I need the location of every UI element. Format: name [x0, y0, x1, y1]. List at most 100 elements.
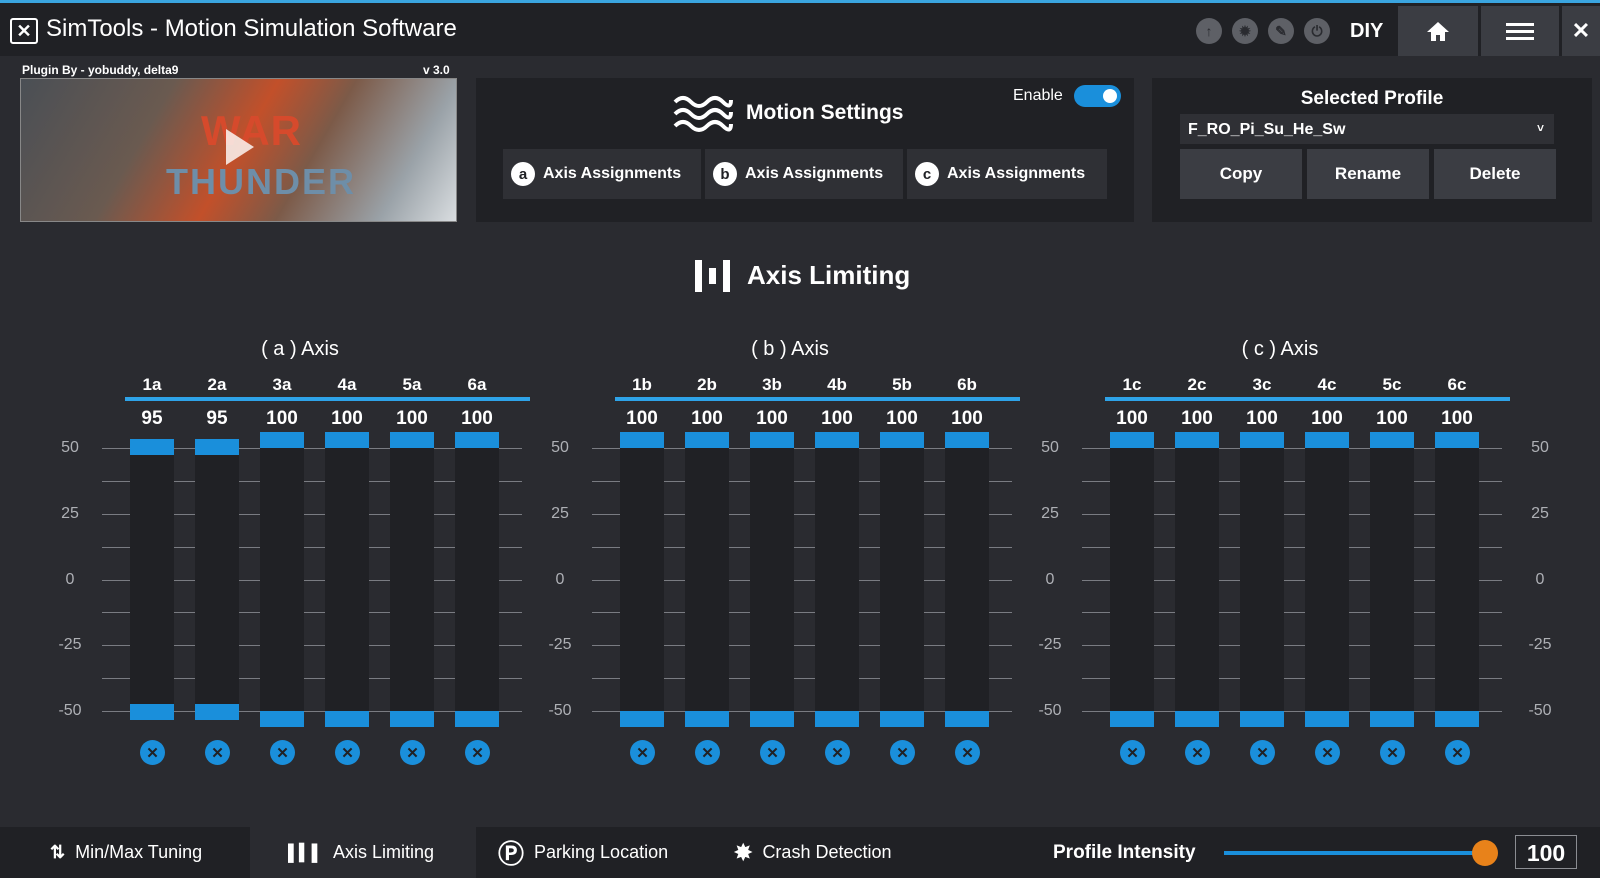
axis-reset-button[interactable]: ✕	[1120, 740, 1145, 765]
axis-reset-button[interactable]: ✕	[825, 740, 850, 765]
axis-column-track[interactable]	[1370, 440, 1414, 719]
axis-max-handle[interactable]	[1305, 432, 1349, 448]
axis-reset-button[interactable]: ✕	[465, 740, 490, 765]
delete-button[interactable]: Delete	[1434, 149, 1556, 199]
axis-max-handle[interactable]	[325, 432, 369, 448]
axis-assignments-a-button[interactable]: a Axis Assignments	[503, 149, 701, 199]
upload-icon[interactable]: ↑	[1196, 18, 1222, 44]
axis-assignments-b-button[interactable]: b Axis Assignments	[705, 149, 903, 199]
axis-reset-button[interactable]: ✕	[1315, 740, 1340, 765]
diy-label[interactable]: DIY	[1350, 20, 1383, 43]
axis-min-handle[interactable]	[815, 711, 859, 727]
axis-min-handle[interactable]	[945, 711, 989, 727]
axis-reset-button[interactable]: ✕	[1445, 740, 1470, 765]
axis-column-track[interactable]	[750, 440, 794, 719]
axis-max-handle[interactable]	[880, 432, 924, 448]
axis-max-handle[interactable]	[195, 438, 239, 455]
axis-max-handle[interactable]	[1370, 432, 1414, 448]
tab-crash-detection[interactable]: ✸ Crash Detection	[734, 827, 934, 878]
axis-reset-button[interactable]: ✕	[1250, 740, 1275, 765]
axis-min-handle[interactable]	[390, 711, 434, 727]
axis-max-handle[interactable]	[1240, 432, 1284, 448]
axis-reset-button[interactable]: ✕	[955, 740, 980, 765]
intensity-value-input[interactable]: 100	[1515, 835, 1577, 869]
tab-min-max-tuning[interactable]: ⇅ Min/Max Tuning	[30, 827, 246, 878]
axis-reset-button[interactable]: ✕	[760, 740, 785, 765]
scale-label: -50	[1038, 702, 1062, 719]
axis-reset-button[interactable]: ✕	[400, 740, 425, 765]
axis-column-track[interactable]	[195, 446, 239, 713]
enable-toggle[interactable]	[1074, 85, 1121, 107]
axis-column-track[interactable]	[455, 440, 499, 719]
axis-column-track[interactable]	[130, 446, 174, 713]
intensity-slider-thumb[interactable]	[1472, 840, 1498, 866]
axis-column-track[interactable]	[620, 440, 664, 719]
axis-max-handle[interactable]	[1175, 432, 1219, 448]
axis-assignments-c-button[interactable]: c Axis Assignments	[907, 149, 1107, 199]
axis-column-track[interactable]	[1240, 440, 1284, 719]
axis-group-underline	[1105, 397, 1510, 401]
axis-column-track[interactable]	[1305, 440, 1349, 719]
axis-column-track[interactable]	[1435, 440, 1479, 719]
axis-max-handle[interactable]	[620, 432, 664, 448]
axis-max-handle[interactable]	[945, 432, 989, 448]
axis-max-handle[interactable]	[390, 432, 434, 448]
axis-reset-button[interactable]: ✕	[890, 740, 915, 765]
copy-button[interactable]: Copy	[1180, 149, 1302, 199]
game-banner[interactable]: WAR THUNDER	[20, 78, 457, 222]
axis-min-handle[interactable]	[130, 704, 174, 721]
axis-column-track[interactable]	[260, 440, 304, 719]
axis-min-handle[interactable]	[880, 711, 924, 727]
scale-label: 50	[1531, 439, 1549, 456]
axis-reset-button[interactable]: ✕	[205, 740, 230, 765]
tab-parking-location[interactable]: Ⓟ Parking Location	[498, 827, 708, 878]
axis-max-handle[interactable]	[455, 432, 499, 448]
axis-min-handle[interactable]	[325, 711, 369, 727]
axis-min-handle[interactable]	[1240, 711, 1284, 727]
axis-min-handle[interactable]	[685, 711, 729, 727]
axis-max-handle[interactable]	[1110, 432, 1154, 448]
axis-reset-button[interactable]: ✕	[1185, 740, 1210, 765]
axis-column-track[interactable]	[815, 440, 859, 719]
axis-min-handle[interactable]	[1110, 711, 1154, 727]
axis-max-handle[interactable]	[685, 432, 729, 448]
gear-icon[interactable]: ✹	[1232, 18, 1258, 44]
axis-min-handle[interactable]	[455, 711, 499, 727]
axis-column-track[interactable]	[1110, 440, 1154, 719]
axis-reset-button[interactable]: ✕	[695, 740, 720, 765]
axis-column-track[interactable]	[880, 440, 924, 719]
axis-max-handle[interactable]	[130, 438, 174, 455]
axis-min-handle[interactable]	[1175, 711, 1219, 727]
close-button[interactable]: ✕	[1562, 6, 1600, 56]
axis-reset-button[interactable]: ✕	[1380, 740, 1405, 765]
axis-column-track[interactable]	[1175, 440, 1219, 719]
axis-max-handle[interactable]	[1435, 432, 1479, 448]
edit-icon[interactable]: ✎	[1268, 18, 1294, 44]
axis-column-track[interactable]	[390, 440, 434, 719]
tab-axis-limiting[interactable]: ▌▍▌ Axis Limiting	[250, 827, 476, 878]
axis-min-handle[interactable]	[1370, 711, 1414, 727]
axis-column-track[interactable]	[685, 440, 729, 719]
intensity-slider-track[interactable]	[1224, 851, 1488, 855]
power-icon[interactable]: ⏻	[1304, 18, 1330, 44]
axis-min-handle[interactable]	[195, 704, 239, 721]
axis-max-handle[interactable]	[815, 432, 859, 448]
profile-dropdown[interactable]: F_RO_Pi_Su_He_Sw ˅	[1180, 114, 1554, 144]
home-button[interactable]	[1398, 6, 1478, 56]
axis-min-handle[interactable]	[260, 711, 304, 727]
tab-parking-location-label: Parking Location	[534, 842, 669, 862]
axis-reset-button[interactable]: ✕	[140, 740, 165, 765]
axis-min-handle[interactable]	[750, 711, 794, 727]
axis-min-handle[interactable]	[1305, 711, 1349, 727]
axis-min-handle[interactable]	[620, 711, 664, 727]
rename-button[interactable]: Rename	[1307, 149, 1429, 199]
axis-column-track[interactable]	[945, 440, 989, 719]
axis-max-handle[interactable]	[260, 432, 304, 448]
axis-reset-button[interactable]: ✕	[270, 740, 295, 765]
axis-column-track[interactable]	[325, 440, 369, 719]
axis-min-handle[interactable]	[1435, 711, 1479, 727]
axis-reset-button[interactable]: ✕	[630, 740, 655, 765]
menu-button[interactable]	[1481, 6, 1559, 56]
axis-max-handle[interactable]	[750, 432, 794, 448]
axis-reset-button[interactable]: ✕	[335, 740, 360, 765]
